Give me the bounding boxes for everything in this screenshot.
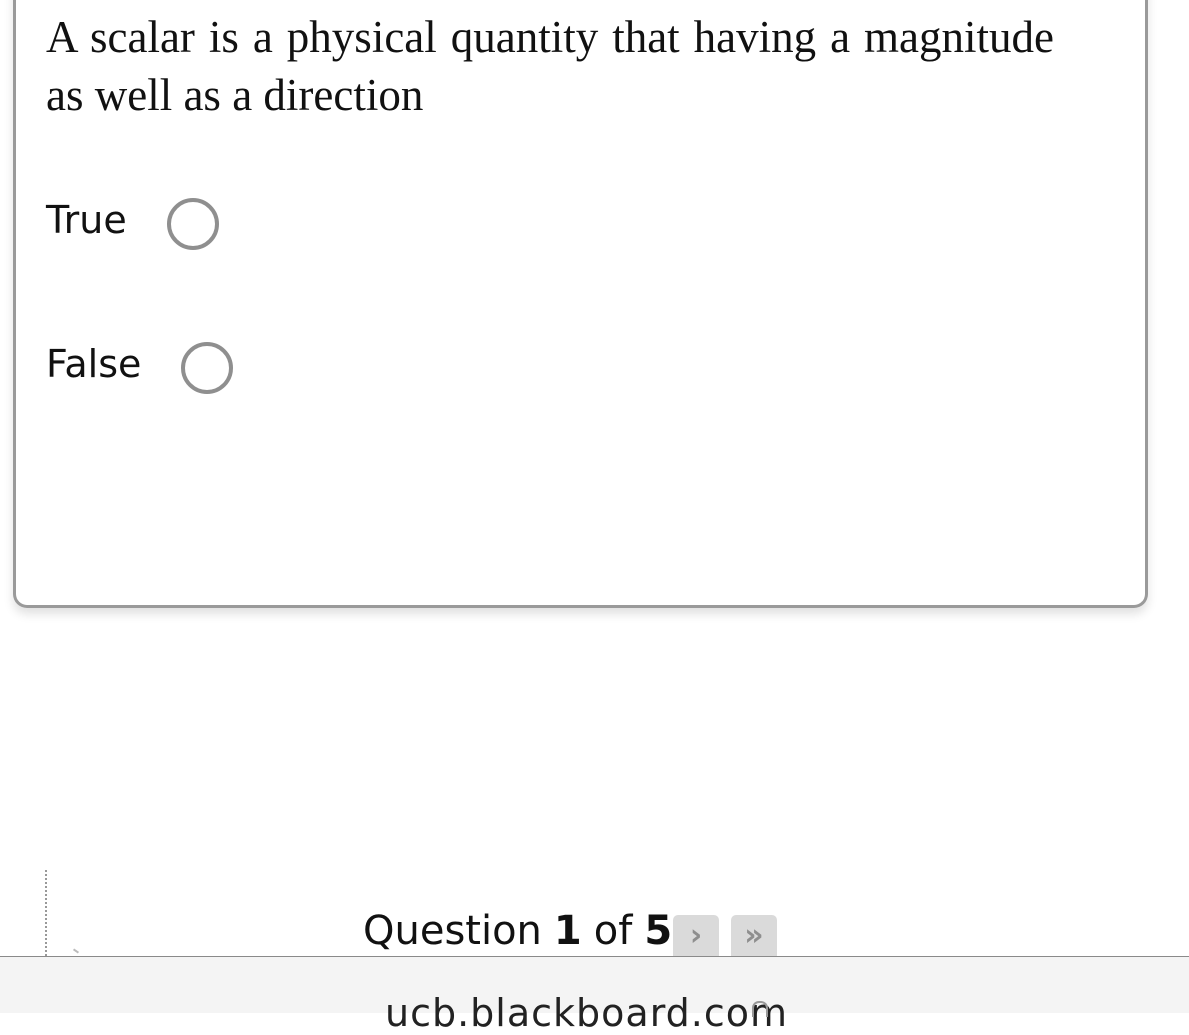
- last-question-button[interactable]: »: [731, 915, 777, 956]
- option-true-label: True: [46, 198, 127, 242]
- question-pager: Question 1 of 5: [363, 908, 672, 954]
- pager-prefix: Question: [363, 908, 542, 954]
- option-true[interactable]: True: [46, 190, 219, 250]
- option-false-label: False: [46, 342, 142, 386]
- lock-icon: [752, 1001, 768, 1017]
- dotted-divider: [45, 870, 47, 956]
- question-text: A scalar is a physical quantity that hav…: [46, 12, 1054, 120]
- pager-of: of: [593, 908, 633, 954]
- decorative-mark: [72, 948, 80, 954]
- double-chevron-right-icon: »: [744, 918, 764, 953]
- chevron-right-icon: ›: [689, 918, 703, 953]
- next-question-button[interactable]: ›: [673, 915, 719, 956]
- pager-total: 5: [644, 908, 673, 954]
- url-text[interactable]: ucb.blackboard.com: [385, 991, 788, 1035]
- browser-address-bar: ucb.blackboard.com: [0, 956, 1189, 1035]
- pager-current: 1: [553, 908, 582, 954]
- radio-true[interactable]: [166, 198, 219, 250]
- radio-false[interactable]: [181, 342, 234, 394]
- option-false[interactable]: False: [46, 334, 234, 394]
